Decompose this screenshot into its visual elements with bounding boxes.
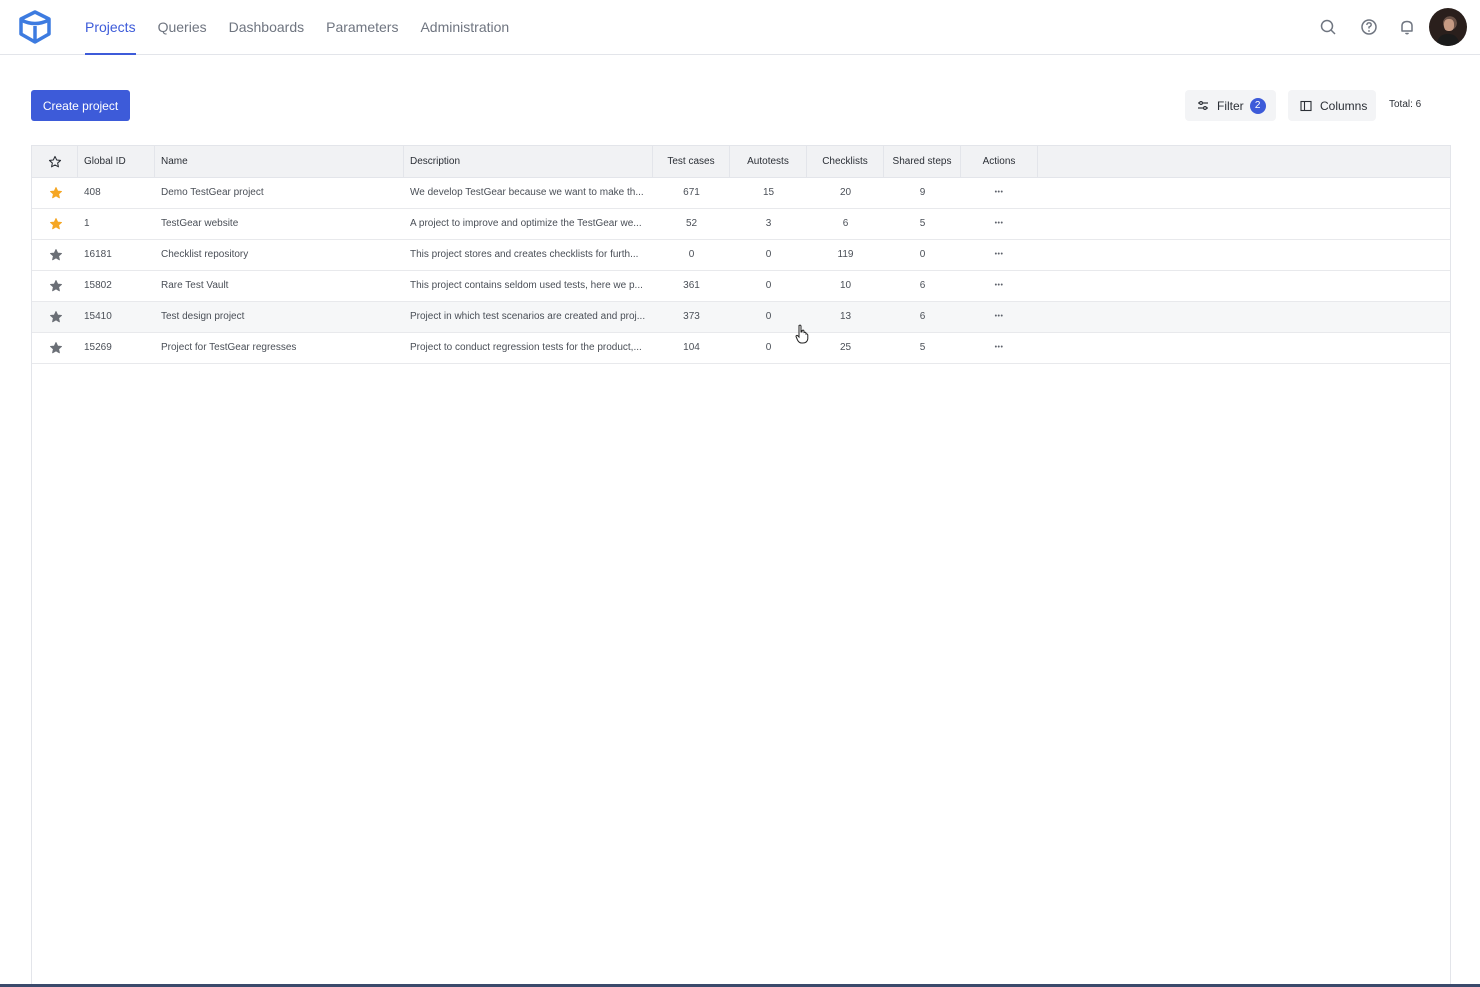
row-shared-steps: 6 (919, 280, 926, 291)
table-row[interactable]: 15269 Project for TestGear regresses Proje… (32, 333, 1450, 364)
row-checklists: 20 (839, 187, 852, 198)
row-shared-steps: 6 (919, 311, 926, 322)
columns-label: Columns (1320, 98, 1368, 113)
row-checklists: 25 (839, 342, 852, 353)
star-filled-icon[interactable] (49, 248, 63, 262)
row-global-id: 15802 (84, 280, 112, 291)
filter-label: Filter (1217, 98, 1244, 113)
row-actions-menu-icon[interactable]: ••• (964, 240, 1034, 270)
row-global-id: 16181 (84, 249, 112, 260)
row-actions-menu-icon[interactable]: ••• (964, 333, 1034, 363)
row-shared-steps: 5 (919, 218, 926, 229)
row-checklists: 119 (837, 249, 854, 260)
table-row[interactable]: 15410 Test design project Project in which… (32, 302, 1450, 333)
projects-table: Global ID Name Description Test cases Au… (31, 145, 1451, 987)
top-navigation-bar: Projects Queries Dashboards Parameters A… (0, 0, 1480, 55)
row-checklists: 6 (842, 218, 849, 229)
favorite-column-header[interactable] (32, 146, 78, 178)
filter-sliders-icon (1198, 100, 1208, 110)
column-header-name[interactable]: Name (155, 146, 404, 178)
nav-administration[interactable]: Administration (420, 0, 509, 55)
nav-projects[interactable]: Projects (85, 0, 136, 55)
row-description: We develop TestGear because we want to m… (410, 187, 644, 198)
columns-button[interactable]: Columns (1288, 90, 1376, 121)
row-autotests: 0 (765, 249, 772, 260)
star-filled-icon[interactable] (49, 341, 63, 355)
row-description: This project stores and creates checklis… (410, 249, 639, 260)
star-filled-icon[interactable] (49, 279, 63, 293)
row-description: Project to conduct regression tests for … (410, 342, 642, 353)
row-test-cases: 0 (688, 249, 695, 260)
filter-count-badge: 2 (1249, 97, 1266, 114)
row-description: A project to improve and optimize the Te… (410, 218, 642, 229)
row-actions-menu-icon[interactable]: ••• (964, 209, 1034, 239)
row-description: This project contains seldom used tests,… (410, 280, 643, 291)
row-shared-steps: 5 (919, 342, 926, 353)
row-checklists: 13 (839, 311, 852, 322)
row-global-id: 1 (84, 218, 90, 229)
row-autotests: 0 (765, 280, 772, 291)
column-header-shared-steps[interactable]: Shared steps (884, 146, 961, 178)
help-icon[interactable] (1359, 17, 1379, 37)
row-test-cases: 104 (683, 342, 700, 353)
column-header-test-cases[interactable]: Test cases (653, 146, 730, 178)
table-row[interactable]: 16181 Checklist repository This project st… (32, 240, 1450, 271)
nav-queries[interactable]: Queries (158, 0, 207, 55)
testgear-logo-icon[interactable] (17, 10, 53, 44)
row-global-id: 15410 (84, 311, 112, 322)
row-project-name[interactable]: Demo TestGear project (161, 178, 401, 208)
bell-icon[interactable] (1397, 17, 1417, 37)
row-shared-steps: 0 (919, 249, 926, 260)
total-count: Total: 6 (1389, 99, 1422, 110)
star-filled-favorite-icon[interactable] (49, 186, 63, 200)
column-header-actions: Actions (961, 146, 1038, 178)
row-test-cases: 671 (683, 187, 700, 198)
row-test-cases: 361 (683, 280, 700, 291)
row-description: Project in which test scenarios are crea… (410, 311, 646, 322)
row-global-id: 15269 (84, 342, 112, 353)
user-avatar[interactable] (1429, 8, 1467, 46)
nav-dashboards[interactable]: Dashboards (229, 0, 305, 55)
row-test-cases: 373 (683, 311, 700, 322)
create-project-button[interactable]: Create project (31, 90, 130, 121)
column-header-description[interactable]: Description (404, 146, 653, 178)
table-row[interactable]: 408 Demo TestGear project We develop TestG… (32, 178, 1450, 209)
star-outline-icon (48, 155, 61, 168)
column-header-autotests[interactable]: Autotests (730, 146, 807, 178)
star-filled-favorite-icon[interactable] (49, 217, 63, 231)
table-row[interactable]: 15802 Rare Test Vault This project contain… (32, 271, 1450, 302)
row-project-name[interactable]: Test design project (161, 302, 401, 332)
table-header: Global ID Name Description Test cases Au… (32, 146, 1450, 178)
search-icon[interactable] (1318, 17, 1338, 37)
hand-pointer-cursor-icon (795, 324, 809, 344)
row-checklists: 10 (839, 280, 852, 291)
row-project-name[interactable]: Project for TestGear regresses (161, 333, 401, 363)
column-header-global-id[interactable]: Global ID (78, 146, 155, 178)
row-project-name[interactable]: Checklist repository (161, 240, 401, 270)
row-autotests: 15 (762, 187, 775, 198)
row-autotests: 3 (765, 218, 772, 229)
row-shared-steps: 9 (919, 187, 926, 198)
star-filled-icon[interactable] (49, 310, 63, 324)
row-actions-menu-icon[interactable]: ••• (964, 302, 1034, 332)
nav-parameters[interactable]: Parameters (326, 0, 398, 55)
column-header-checklists[interactable]: Checklists (807, 146, 884, 178)
table-row[interactable]: 1 TestGear website A project to improve an… (32, 209, 1450, 240)
row-test-cases: 52 (685, 218, 698, 229)
row-project-name[interactable]: Rare Test Vault (161, 271, 401, 301)
columns-icon (1300, 100, 1312, 111)
filter-button[interactable]: Filter 2 (1185, 90, 1276, 121)
main-nav: Projects Queries Dashboards Parameters A… (85, 0, 531, 55)
row-actions-menu-icon[interactable]: ••• (964, 178, 1034, 208)
row-global-id: 408 (84, 187, 101, 198)
row-actions-menu-icon[interactable]: ••• (964, 271, 1034, 301)
row-project-name[interactable]: TestGear website (161, 209, 401, 239)
